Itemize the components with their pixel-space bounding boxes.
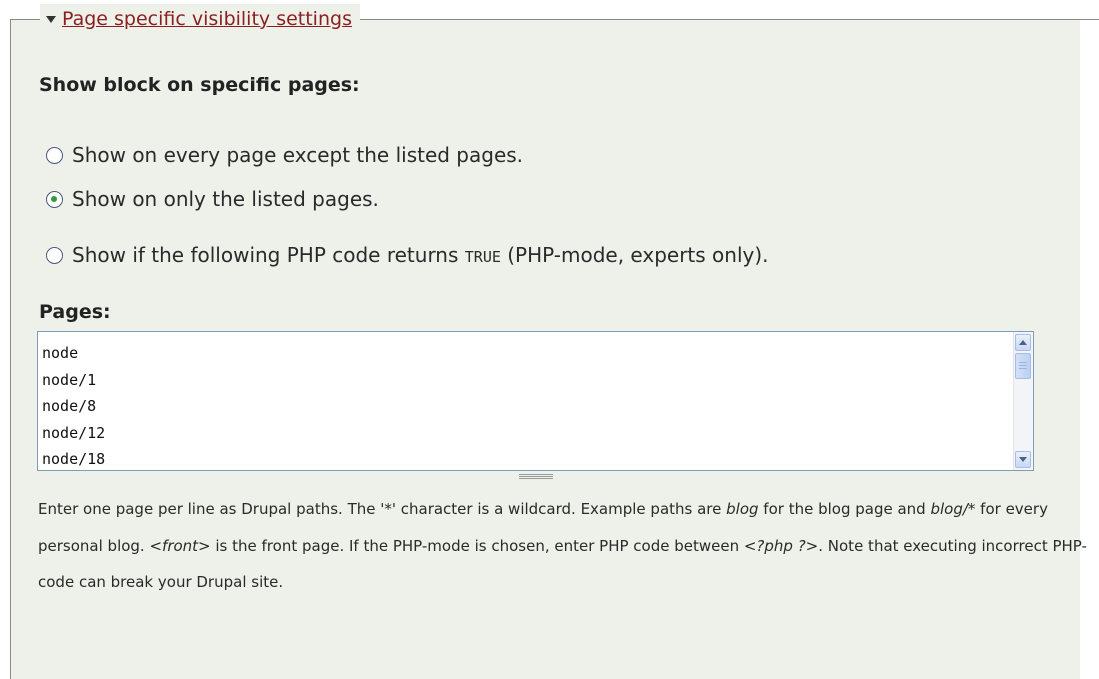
fieldset-border-right bbox=[1070, 19, 1099, 20]
textarea-resize-grippie[interactable] bbox=[37, 471, 1034, 482]
radio-label-php-suffix: (PHP-mode, experts only). bbox=[500, 243, 769, 267]
pages-help-text: Enter one page per line as Drupal paths.… bbox=[38, 491, 1088, 601]
scroll-down-arrow-icon bbox=[1019, 457, 1027, 462]
pages-line: node/1 bbox=[42, 370, 97, 389]
pages-line: node/12 bbox=[42, 423, 106, 442]
scroll-down-button[interactable] bbox=[1015, 451, 1031, 468]
radio-button-php-mode[interactable] bbox=[46, 246, 63, 264]
help-example-blog-wildcard: blog/* bbox=[930, 500, 976, 518]
help-text-part: is the front page. If the PHP-mode is ch… bbox=[210, 536, 744, 555]
grippie-icon bbox=[518, 474, 553, 479]
radio-button-only-listed[interactable] bbox=[46, 190, 63, 208]
radio-button-except-listed[interactable] bbox=[46, 146, 63, 164]
scroll-thumb[interactable] bbox=[1015, 353, 1031, 379]
pages-textarea[interactable]: node node/1 node/8 node/12 node/18 bbox=[37, 331, 1034, 471]
radio-option-except-listed[interactable]: Show on every page except the listed pag… bbox=[46, 143, 523, 167]
help-text-part: for the blog page and bbox=[758, 500, 931, 518]
radio-label-php-prefix: Show if the following PHP code returns bbox=[72, 243, 465, 267]
pages-textarea-content[interactable]: node node/1 node/8 node/12 node/18 bbox=[42, 340, 106, 470]
radio-label-only-listed[interactable]: Show on only the listed pages. bbox=[72, 187, 379, 211]
fieldset-legend[interactable]: Page specific visibility settings bbox=[40, 4, 360, 34]
scroll-up-arrow-icon bbox=[1019, 340, 1027, 345]
pages-line: node bbox=[42, 344, 79, 362]
textarea-scrollbar[interactable] bbox=[1013, 332, 1033, 470]
radio-option-only-listed[interactable]: Show on only the listed pages. bbox=[46, 187, 379, 211]
help-example-front: <front> bbox=[149, 536, 211, 555]
help-text-part: Enter one page per line as Drupal paths.… bbox=[38, 500, 727, 518]
pages-label: Pages: bbox=[39, 301, 111, 323]
fieldset-toggle-link[interactable]: Page specific visibility settings bbox=[62, 8, 352, 30]
radio-label-php-mode[interactable]: Show if the following PHP code returns T… bbox=[72, 243, 769, 267]
scroll-up-button[interactable] bbox=[1015, 334, 1031, 351]
help-example-php-tags: <?php ?> bbox=[743, 536, 819, 555]
triangle-down-icon[interactable] bbox=[46, 15, 56, 23]
radio-option-php-mode[interactable]: Show if the following PHP code returns T… bbox=[46, 243, 769, 267]
pages-line: node/18 bbox=[42, 450, 106, 468]
radio-label-except-listed[interactable]: Show on every page except the listed pag… bbox=[72, 143, 523, 167]
pages-line: node/8 bbox=[42, 397, 97, 415]
visibility-heading: Show block on specific pages: bbox=[39, 74, 360, 96]
php-true-code: TRUE bbox=[464, 248, 501, 266]
help-example-blog: blog bbox=[726, 500, 759, 518]
